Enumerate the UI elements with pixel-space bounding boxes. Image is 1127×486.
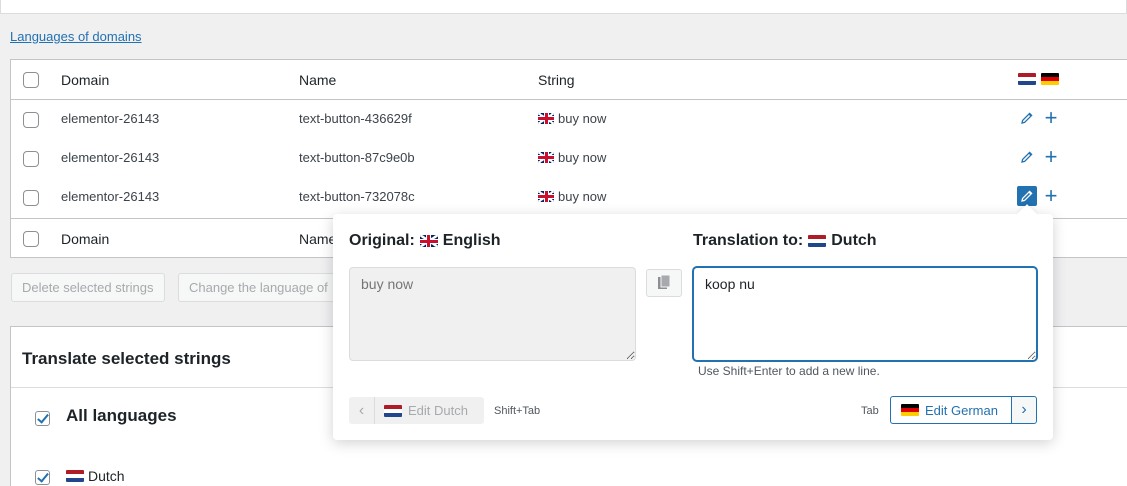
prev-button-label: Edit Dutch (408, 403, 468, 418)
dutch-label: Dutch (88, 468, 125, 484)
translation-heading: Translation to: Dutch (693, 232, 877, 250)
row-name: text-button-732078c (299, 189, 415, 204)
edit-pencil-icon[interactable] (1017, 186, 1037, 206)
original-label: Original: (349, 232, 415, 249)
row-actions: + (1017, 107, 1061, 129)
column-header-domain[interactable]: Domain (61, 72, 109, 88)
row-string-text: buy now (558, 150, 607, 165)
row-domain: elementor-26143 (61, 189, 160, 204)
row-checkbox[interactable] (23, 190, 39, 206)
column-footer-domain[interactable]: Domain (61, 231, 109, 247)
row-name: text-button-436629f (299, 111, 412, 126)
row-string-text: buy now (558, 189, 607, 204)
next-button-label: Edit German (925, 402, 998, 418)
prev-shortcut-hint: Shift+Tab (494, 405, 541, 417)
change-language-button[interactable]: Change the language of (178, 273, 338, 302)
all-languages-label: All languages (66, 406, 177, 425)
de-flag-icon (901, 404, 919, 416)
column-footer-name[interactable]: Name (299, 231, 336, 247)
row-domain: elementor-26143 (61, 111, 160, 126)
dutch-checkbox[interactable] (35, 470, 50, 485)
original-text-field (349, 267, 636, 361)
row-actions: + (1017, 185, 1061, 207)
next-shortcut-hint: Tab (861, 405, 879, 417)
gb-flag-icon (419, 235, 438, 247)
table-row: elementor-26143 text-button-87c9e0b buy … (11, 139, 1127, 178)
add-translation-plus-icon[interactable]: + (1041, 107, 1061, 129)
language-flags-header (1018, 73, 1059, 85)
translate-panel-title: Translate selected strings (22, 349, 231, 368)
original-heading: Original: English (349, 232, 501, 250)
dutch-option: Dutch (66, 468, 125, 484)
chevron-right-icon: › (1011, 397, 1036, 423)
gb-flag-icon (538, 191, 554, 202)
column-header-name[interactable]: Name (299, 72, 336, 88)
add-translation-plus-icon[interactable]: + (1041, 146, 1061, 168)
row-domain: elementor-26143 (61, 150, 160, 165)
table-row: elementor-26143 text-button-436629f buy … (11, 100, 1127, 139)
de-flag-icon (1041, 73, 1059, 85)
row-string: buy now (538, 150, 606, 165)
select-all-checkbox[interactable] (23, 72, 39, 88)
top-panel (0, 0, 1127, 14)
edit-pencil-icon[interactable] (1017, 147, 1037, 167)
original-language: English (442, 232, 501, 249)
row-actions: + (1017, 146, 1061, 168)
edit-pencil-icon[interactable] (1017, 108, 1037, 128)
chevron-left-icon: ‹ (349, 397, 375, 424)
column-header-string[interactable]: String (538, 72, 575, 88)
nl-flag-icon (1018, 73, 1036, 85)
newline-hint: Use Shift+Enter to add a new line. (698, 364, 880, 378)
edit-previous-language-button[interactable]: ‹ Edit Dutch (349, 397, 484, 424)
nl-flag-icon (384, 404, 402, 417)
gb-flag-icon (538, 152, 554, 163)
row-string: buy now (538, 111, 606, 126)
translation-language: Dutch (831, 232, 877, 249)
languages-of-domains-link[interactable]: Languages of domains (10, 29, 142, 44)
select-all-checkbox-footer[interactable] (23, 231, 39, 247)
table-row: elementor-26143 text-button-732078c buy … (11, 178, 1127, 217)
translation-label: Translation to: (693, 232, 804, 249)
translation-popup: Original: English Translation to: Dutch … (333, 214, 1053, 440)
row-name: text-button-87c9e0b (299, 150, 415, 165)
all-languages-checkbox[interactable] (35, 411, 50, 426)
table-header-row: Domain Name String (11, 60, 1127, 100)
translation-text-field[interactable]: koop nu (693, 267, 1037, 361)
row-checkbox[interactable] (23, 151, 39, 167)
copy-original-button[interactable] (646, 269, 682, 297)
row-string-text: buy now (558, 111, 607, 126)
row-checkbox[interactable] (23, 112, 39, 128)
edit-next-language-button[interactable]: Edit German › (890, 396, 1037, 424)
gb-flag-icon (538, 113, 554, 124)
add-translation-plus-icon[interactable]: + (1041, 185, 1061, 207)
copy-icon (657, 274, 671, 293)
nl-flag-icon (808, 235, 827, 247)
delete-selected-strings-button[interactable]: Delete selected strings (11, 273, 165, 302)
row-string: buy now (538, 189, 606, 204)
nl-flag-icon (66, 470, 84, 482)
